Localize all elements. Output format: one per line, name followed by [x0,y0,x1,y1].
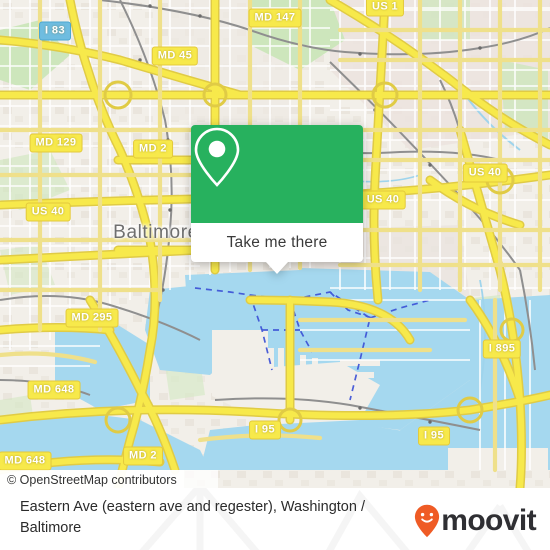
highway-shield: MD 147 [248,8,302,28]
moovit-logo[interactable]: moovit [414,504,537,538]
highway-shield: I 895 [482,339,522,359]
highway-shield: I 95 [249,420,281,440]
highway-shield: I 95 [418,426,450,446]
map-canvas[interactable]: I 83 MD 147 US 1 MD 45 MD 129 MD 2 US 40 US 40 U… [0,0,550,488]
city-label: Baltimore [113,222,199,243]
take-me-there-label: Take me there [226,233,328,251]
highway-shield: US 40 [462,163,508,183]
map-pin-icon [194,127,240,187]
popup-image-area [191,125,363,223]
highway-shield: MD 2 [133,139,173,159]
highway-shield: US 40 [25,202,71,222]
moovit-map-screen: I 83 MD 147 US 1 MD 45 MD 129 MD 2 US 40 US 40 U… [0,0,550,550]
highway-shield: MD 45 [151,46,199,66]
highway-shield: I 83 [39,21,71,41]
place-title: Eastern Ave (eastern ave and regester), … [20,499,365,536]
destination-popup[interactable]: Take me there [191,125,363,274]
highway-shield: MD 129 [29,133,83,153]
highway-shield: MD 648 [27,380,81,400]
moovit-wordmark: moovit [441,504,536,537]
bottom-info-bar: Eastern Ave (eastern ave and regester), … [0,488,550,550]
highway-shield: US 40 [360,190,406,210]
highway-shield: US 1 [365,0,405,17]
highway-shield: MD 648 [0,451,52,471]
osm-attribution[interactable]: © OpenStreetMap contributors [0,470,184,488]
popup-action-bar[interactable]: Take me there [191,223,363,262]
moovit-smiley-pin-icon [415,504,440,538]
highway-shield: MD 295 [65,308,119,328]
highway-shield: MD 2 [123,446,163,466]
popup-pointer-tail [266,262,288,274]
